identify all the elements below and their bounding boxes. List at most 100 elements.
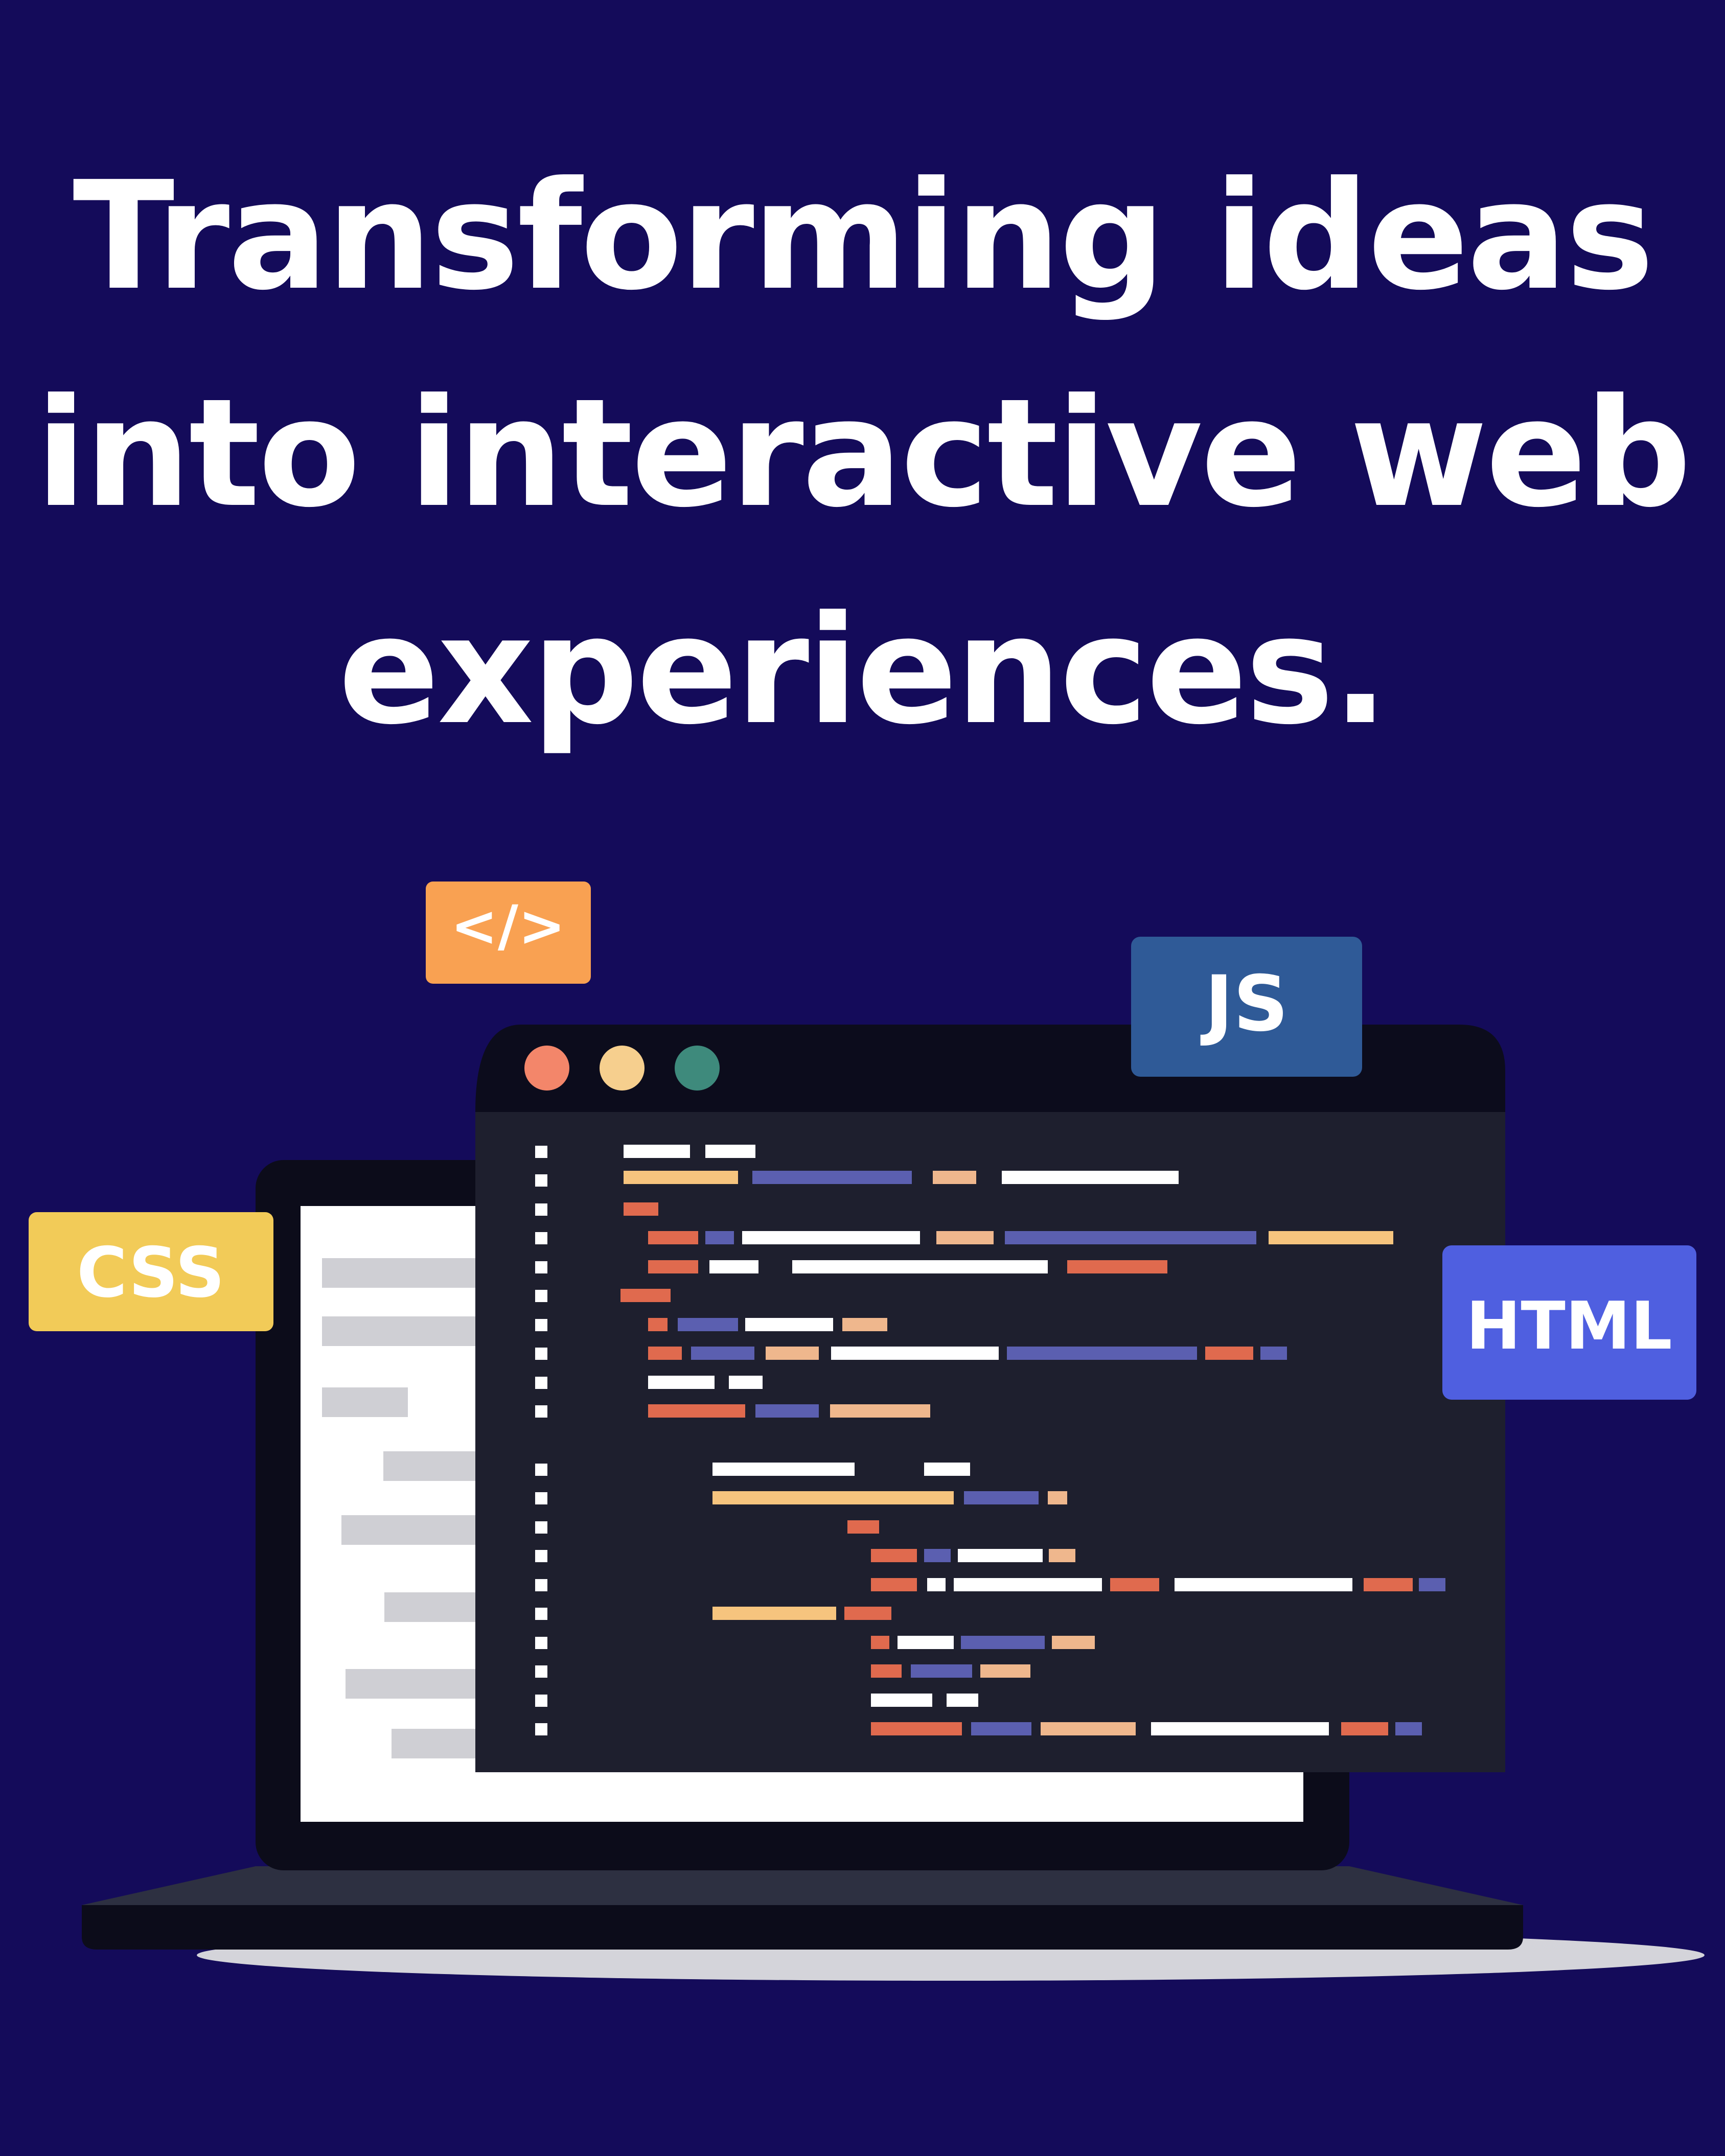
line-marker: [535, 1695, 547, 1707]
code-token: [936, 1231, 994, 1244]
close-dot-icon[interactable]: [524, 1046, 569, 1091]
code-token: [847, 1520, 879, 1534]
screen-line: [322, 1316, 486, 1346]
code-token: [933, 1171, 976, 1184]
line-marker: [535, 1261, 547, 1273]
code-token: [958, 1549, 1043, 1562]
code-token: [712, 1491, 954, 1504]
laptop-base-bottom: [82, 1905, 1523, 1950]
code-token: [1260, 1347, 1287, 1360]
screen-line: [322, 1258, 486, 1288]
code-token: [947, 1694, 978, 1707]
code-token: [691, 1347, 754, 1360]
screen-line: [383, 1451, 486, 1481]
code-token: [1048, 1491, 1067, 1504]
line-marker: [535, 1464, 547, 1476]
minimize-dot-icon[interactable]: [600, 1046, 645, 1091]
screen-line: [341, 1515, 486, 1545]
code-token: [871, 1694, 932, 1707]
line-marker: [535, 1203, 547, 1216]
line-marker: [535, 1492, 547, 1504]
screen-line: [384, 1592, 486, 1622]
code-token: [1110, 1578, 1159, 1591]
code-token: [624, 1202, 658, 1216]
code-token: [964, 1491, 1039, 1504]
code-token: [871, 1578, 917, 1591]
code-token: [742, 1231, 920, 1244]
code-token: [1175, 1578, 1352, 1591]
line-marker: [535, 1405, 547, 1418]
code-token: [842, 1318, 887, 1331]
code-tag-badge-label: </>: [451, 893, 566, 959]
line-marker: [535, 1723, 547, 1735]
js-badge-label: JS: [1200, 960, 1289, 1049]
code-token: [709, 1260, 758, 1273]
code-token: [620, 1289, 671, 1302]
code-tag-badge: </>: [426, 882, 591, 984]
code-token: [1005, 1231, 1256, 1244]
code-token: [1049, 1549, 1075, 1562]
code-token: [1205, 1347, 1253, 1360]
code-token: [1151, 1722, 1329, 1735]
line-marker: [535, 1290, 547, 1302]
code-token: [705, 1231, 734, 1244]
code-token: [792, 1260, 1048, 1273]
code-token: [924, 1463, 970, 1476]
code-token: [980, 1664, 1030, 1678]
line-marker: [535, 1232, 547, 1244]
line-marker: [535, 1665, 547, 1678]
code-token: [678, 1318, 738, 1331]
line-marker: [535, 1550, 547, 1562]
code-token: [831, 1347, 999, 1360]
code-token: [1341, 1722, 1388, 1735]
code-token: [648, 1318, 668, 1331]
code-token: [1002, 1171, 1179, 1184]
code-token: [911, 1664, 972, 1678]
maximize-dot-icon[interactable]: [675, 1046, 720, 1091]
code-token: [729, 1376, 763, 1389]
line-marker: [535, 1521, 547, 1534]
code-token: [844, 1607, 891, 1620]
line-marker: [535, 1377, 547, 1389]
code-token: [898, 1636, 954, 1649]
line-marker: [535, 1146, 547, 1158]
code-token: [1269, 1231, 1393, 1244]
code-token: [961, 1636, 1045, 1649]
line-marker: [535, 1174, 547, 1187]
code-token: [648, 1376, 715, 1389]
code-token: [648, 1231, 698, 1244]
code-token: [1419, 1578, 1445, 1591]
code-token: [924, 1549, 951, 1562]
js-badge: JS: [1131, 937, 1362, 1077]
code-token: [1364, 1578, 1413, 1591]
code-token: [752, 1171, 912, 1184]
code-token: [830, 1404, 930, 1418]
html-badge-label: HTML: [1466, 1288, 1672, 1364]
line-marker: [535, 1637, 547, 1649]
screen-line: [322, 1387, 408, 1417]
code-token: [745, 1318, 833, 1331]
code-token: [712, 1607, 836, 1620]
laptop-base-top: [82, 1866, 1523, 1905]
code-token: [927, 1578, 946, 1591]
code-token: [624, 1145, 690, 1158]
css-badge: CSS: [29, 1212, 273, 1331]
line-marker: [535, 1348, 547, 1360]
code-token: [871, 1722, 962, 1735]
css-badge-label: CSS: [77, 1233, 225, 1313]
code-token: [871, 1664, 902, 1678]
code-token: [1395, 1722, 1422, 1735]
code-token: [1041, 1722, 1136, 1735]
code-token: [648, 1347, 682, 1360]
line-marker: [535, 1579, 547, 1591]
screen-line: [392, 1729, 486, 1758]
poster: Transforming ideas into interactive web …: [0, 0, 1725, 2156]
html-badge: HTML: [1442, 1245, 1696, 1400]
code-token: [871, 1549, 917, 1562]
web-dev-illustration: </> JS CSS HTML: [29, 882, 1705, 1981]
code-token: [648, 1404, 745, 1418]
code-token: [1007, 1347, 1197, 1360]
code-token: [871, 1636, 889, 1649]
code-token: [1067, 1260, 1167, 1273]
code-token: [705, 1145, 755, 1158]
